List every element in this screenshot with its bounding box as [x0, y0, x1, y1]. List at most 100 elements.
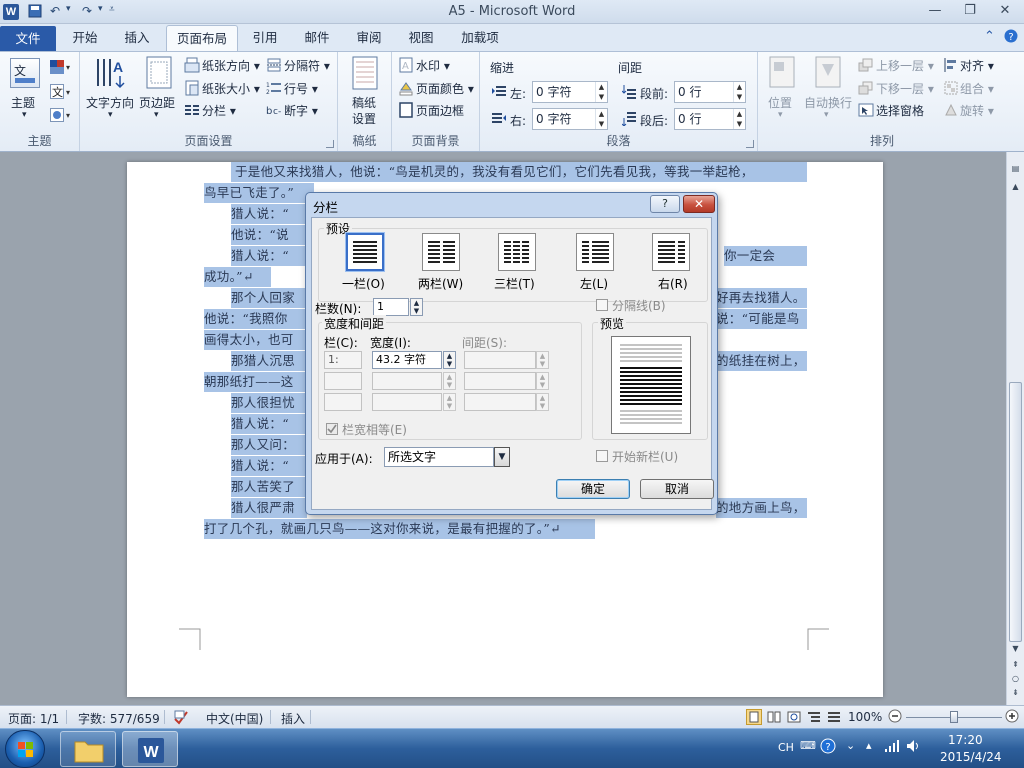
- minimize-button[interactable]: —: [920, 2, 950, 22]
- doc-line[interactable]: 的地方画上鸟，: [716, 498, 807, 518]
- zoom-level[interactable]: 100%: [848, 710, 882, 724]
- indent-left-spinner-icon[interactable]: ▲ ▼: [595, 82, 607, 102]
- ok-button[interactable]: 确定: [556, 479, 630, 499]
- columns-button[interactable]: 分栏 ▾: [184, 102, 236, 120]
- num-cols-input[interactable]: 1: [373, 298, 409, 316]
- theme-icon[interactable]: 文: [10, 58, 40, 88]
- page-setup-launcher-icon[interactable]: [326, 140, 334, 148]
- zoom-slider-thumb[interactable]: [950, 711, 958, 723]
- spacing-after-input[interactable]: 0 行 ▲ ▼: [674, 108, 746, 130]
- ribbon-collapse-icon[interactable]: ⌃: [984, 29, 995, 44]
- col1-width-input[interactable]: 43.2 字符: [372, 351, 442, 369]
- page-count[interactable]: 页面: 1/1: [8, 710, 59, 727]
- text-direction-icon[interactable]: A: [94, 56, 128, 93]
- margins-icon[interactable]: [144, 56, 174, 93]
- doc-line[interactable]: 那人又问：: [231, 435, 307, 455]
- cancel-button[interactable]: 取消: [640, 479, 714, 499]
- spacing-before-spinner-icon[interactable]: ▲ ▼: [733, 82, 745, 102]
- page-color-button[interactable]: 页面颜色 ▾: [398, 80, 474, 99]
- margins-button[interactable]: 页边距: [139, 94, 175, 111]
- doc-line[interactable]: 那个人回家: [231, 288, 307, 308]
- doc-line[interactable]: 成功。”↵: [204, 267, 271, 287]
- margins-dropdown-icon[interactable]: ▾: [154, 110, 159, 120]
- theme-colors-icon[interactable]: ▾: [50, 60, 72, 77]
- col2-spacing-spinner-icon[interactable]: ▲ ▼: [536, 372, 549, 390]
- theme-effects-icon[interactable]: ▾: [50, 108, 72, 125]
- show-hidden-icons-icon[interactable]: ▴: [866, 739, 872, 752]
- tab-references[interactable]: 引用: [244, 25, 286, 51]
- wrap-text-button[interactable]: 自动换行: [804, 94, 852, 111]
- hyphenation-button[interactable]: b c- 断字 ▾: [266, 102, 318, 120]
- zoom-out-icon[interactable]: [888, 709, 902, 726]
- preset-left[interactable]: [576, 233, 614, 271]
- col3-spacing-input[interactable]: [464, 393, 536, 411]
- position-dropdown-icon[interactable]: ▾: [778, 110, 783, 120]
- col1-spacing-input[interactable]: [464, 351, 536, 369]
- num-cols-spinner-icon[interactable]: ▲ ▼: [410, 298, 423, 316]
- previous-page-icon[interactable]: ⇞: [1009, 658, 1022, 672]
- doc-line[interactable]: 你一定会: [724, 246, 807, 266]
- doc-line[interactable]: 猎人说：“: [231, 456, 307, 476]
- scroll-thumb[interactable]: [1009, 382, 1022, 642]
- paper-setup-line1[interactable]: 稿纸: [352, 94, 376, 111]
- tab-addins[interactable]: 加载项: [452, 25, 508, 51]
- doc-line[interactable]: 于是他又来找猎人，他说：“鸟是机灵的，我没有看见它们，它们先看见我，等我一举起枪…: [231, 162, 807, 182]
- apply-to-dropdown-icon[interactable]: ▼: [494, 447, 510, 467]
- tab-mailings[interactable]: 邮件: [296, 25, 338, 51]
- word-count[interactable]: 字数: 577/659: [78, 710, 160, 727]
- language[interactable]: 中文(中国): [206, 710, 263, 727]
- rotate-button[interactable]: 旋转 ▾: [944, 102, 994, 120]
- col1-width-spinner-icon[interactable]: ▲ ▼: [443, 351, 456, 369]
- clock-time[interactable]: 17:20: [948, 733, 983, 747]
- col1-spacing-spinner-icon[interactable]: ▲ ▼: [536, 351, 549, 369]
- next-page-icon[interactable]: ⇟: [1009, 686, 1022, 700]
- doc-line[interactable]: 鸟早已飞走了。”: [204, 183, 314, 203]
- clock-date[interactable]: 2015/4/24: [940, 750, 1002, 764]
- doc-line[interactable]: 好再去找猎人。: [716, 288, 807, 308]
- tab-file[interactable]: 文件: [0, 26, 56, 51]
- preset-right[interactable]: [652, 233, 690, 271]
- doc-line[interactable]: 那人很担忧: [231, 393, 307, 413]
- col3-width-spinner-icon[interactable]: ▲ ▼: [443, 393, 456, 411]
- maximize-button[interactable]: ❐: [955, 2, 985, 22]
- indent-right-spinner-icon[interactable]: ▲ ▼: [595, 109, 607, 129]
- tray-arrow-icon[interactable]: ⌄: [846, 739, 855, 752]
- line-numbers-button[interactable]: 1 2 行号 ▾: [266, 80, 318, 98]
- doc-line[interactable]: 说：“可能是鸟: [716, 309, 807, 329]
- watermark-button[interactable]: A 水印 ▾: [398, 57, 450, 76]
- tab-home[interactable]: 开始: [62, 25, 108, 51]
- orientation-button[interactable]: 纸张方向 ▾: [184, 57, 260, 76]
- preset-one-column[interactable]: [346, 233, 384, 271]
- print-layout-icon[interactable]: [746, 709, 762, 728]
- help-icon[interactable]: ?: [1004, 29, 1018, 47]
- dialog-help-button[interactable]: ?: [650, 195, 680, 213]
- selection-pane-button[interactable]: 选择窗格: [858, 102, 924, 120]
- zoom-in-icon[interactable]: [1005, 709, 1019, 726]
- doc-line[interactable]: 打了几个孔，就画几只鸟——这对你来说，是最有把握的了。”↵: [204, 519, 595, 539]
- insert-mode[interactable]: 插入: [281, 710, 305, 727]
- browse-object-icon[interactable]: ○: [1009, 672, 1022, 686]
- position-button[interactable]: 位置: [768, 94, 792, 111]
- doc-line[interactable]: 他说：“说: [231, 225, 307, 245]
- breaks-button[interactable]: 分隔符 ▾: [266, 57, 330, 75]
- volume-icon[interactable]: [906, 739, 922, 756]
- tab-insert[interactable]: 插入: [114, 25, 160, 51]
- line-between-checkbox[interactable]: [596, 299, 608, 311]
- doc-line[interactable]: 猎人说：“: [231, 246, 307, 266]
- proofing-icon[interactable]: [173, 709, 191, 728]
- spacing-before-input[interactable]: 0 行 ▲ ▼: [674, 81, 746, 103]
- theme-fonts-icon[interactable]: 文 ▾: [50, 84, 72, 103]
- scroll-up-icon[interactable]: ▲: [1009, 180, 1022, 194]
- scroll-down-icon[interactable]: ▼: [1009, 642, 1022, 656]
- col2-spacing-input[interactable]: [464, 372, 536, 390]
- wrap-text-dropdown-icon[interactable]: ▾: [824, 110, 829, 120]
- position-icon[interactable]: [768, 56, 796, 91]
- paper-setup-icon[interactable]: [352, 56, 378, 93]
- wrap-text-icon[interactable]: [814, 56, 842, 91]
- start-button[interactable]: [5, 730, 45, 768]
- equal-width-checkbox[interactable]: [326, 423, 338, 435]
- tab-page-layout[interactable]: 页面布局: [166, 25, 238, 51]
- network-icon[interactable]: [884, 739, 900, 756]
- doc-line[interactable]: 朝那纸打——这: [204, 372, 307, 392]
- apply-to-select[interactable]: 所选文字: [384, 447, 494, 467]
